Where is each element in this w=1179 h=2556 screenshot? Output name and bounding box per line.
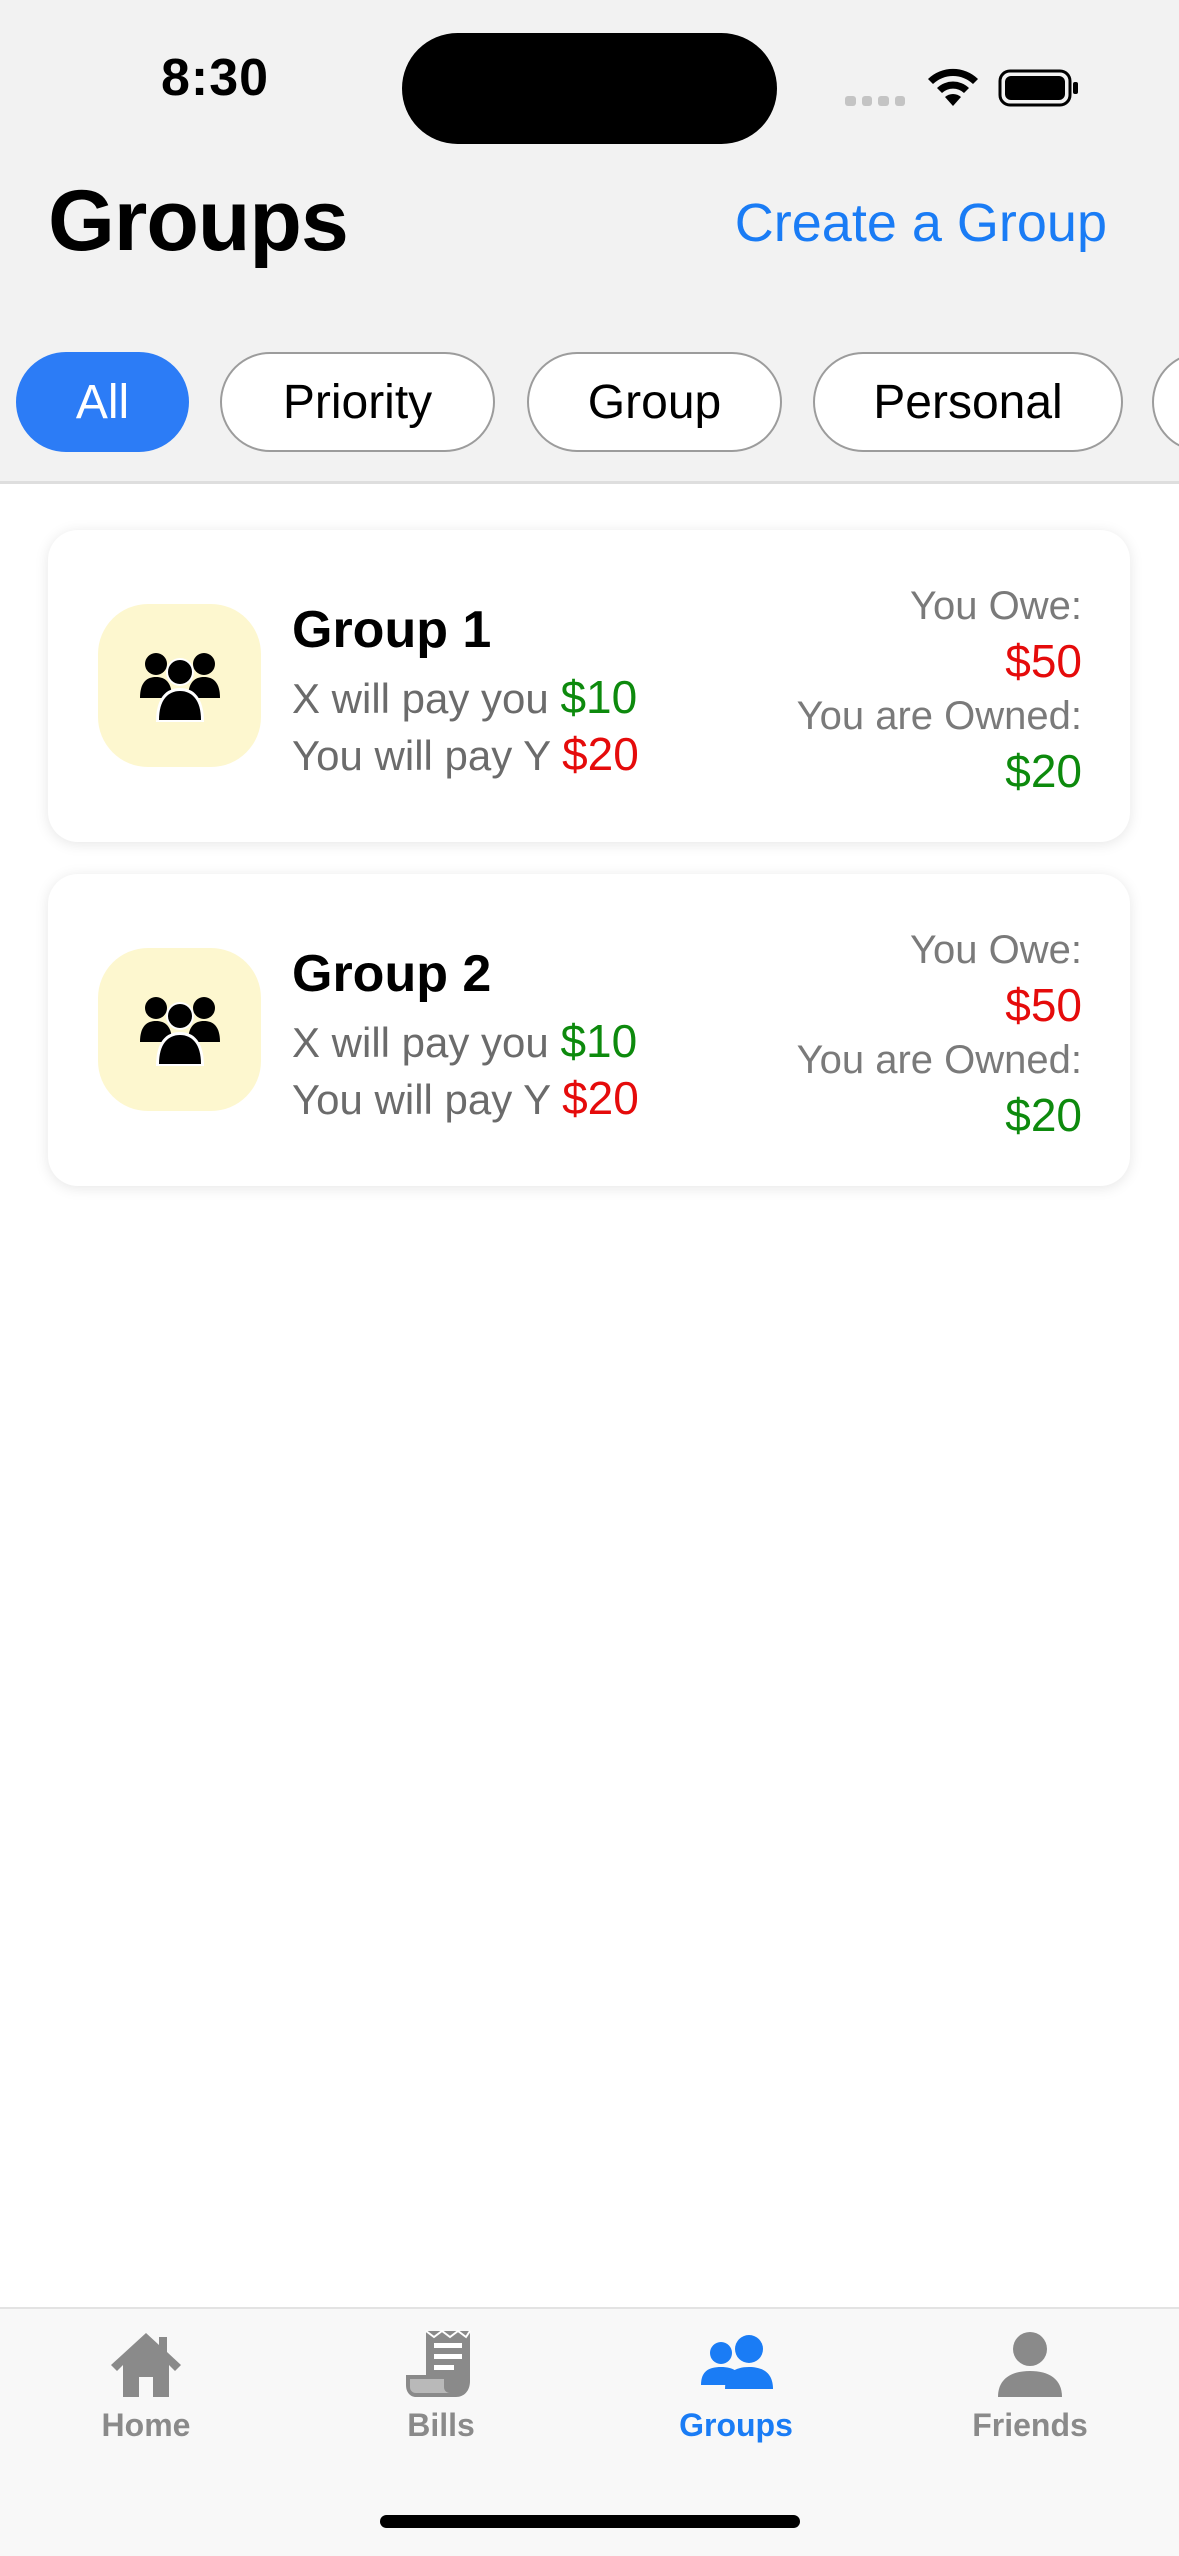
top-area: 8:30 Groups Create a Group All Priority … (0, 0, 1179, 484)
owe-label: You Owe: (910, 928, 1082, 972)
tab-home[interactable]: Home (46, 2329, 246, 2444)
chip-personal[interactable]: Personal (813, 352, 1123, 452)
owned-value: $20 (1005, 745, 1082, 797)
battery-icon (998, 69, 1078, 107)
chip-overflow[interactable] (1152, 352, 1179, 452)
chip-group[interactable]: Group (527, 352, 782, 452)
friends-icon (998, 2332, 1062, 2397)
payable-line: You will pay Y $20 (292, 1071, 639, 1125)
tab-groups-label: Groups (679, 2407, 793, 2443)
tab-bar: Home Bills Groups Friends (0, 2307, 1179, 2556)
receivable-amount: $10 (560, 671, 638, 723)
receivable-amount: $10 (560, 1015, 638, 1067)
groups-screen: 8:30 Groups Create a Group All Priority … (0, 0, 1179, 2556)
tab-bills[interactable]: Bills (341, 2329, 541, 2444)
tab-groups[interactable]: Groups (636, 2329, 836, 2444)
owned-label: You are Owned: (796, 694, 1082, 738)
owe-value: $50 (1005, 979, 1082, 1031)
wifi-icon (928, 68, 978, 106)
dynamic-island (402, 33, 777, 144)
owe-label: You Owe: (910, 584, 1082, 628)
payable-amount: $20 (562, 1072, 639, 1124)
group-avatar (98, 948, 261, 1111)
payable-line: You will pay Y $20 (292, 727, 639, 781)
groups-icon (701, 2335, 773, 2389)
receivable-text: X will pay you (292, 1019, 561, 1066)
tab-friends[interactable]: Friends (930, 2329, 1130, 2444)
chip-priority[interactable]: Priority (220, 352, 495, 452)
group-card[interactable]: Group 2 X will pay you $10 You will pay … (48, 874, 1130, 1186)
home-icon (111, 2333, 181, 2397)
group-name: Group 2 (292, 945, 492, 1003)
balance-summary: You Owe: $50 You are Owned: $20 (797, 922, 1082, 1142)
page-title: Groups (48, 173, 349, 269)
receivable-line: X will pay you $10 (292, 1014, 637, 1068)
chip-all[interactable]: All (16, 352, 189, 452)
owned-value: $20 (1005, 1089, 1082, 1141)
tab-bills-label: Bills (407, 2407, 475, 2443)
tab-home-label: Home (101, 2407, 191, 2443)
group-card[interactable]: Group 1 X will pay you $10 You will pay … (48, 530, 1130, 842)
group-icon (139, 652, 220, 722)
receivable-line: X will pay you $10 (292, 670, 637, 724)
group-icon (139, 996, 220, 1066)
home-indicator (380, 2515, 800, 2528)
owe-value: $50 (1005, 635, 1082, 687)
bills-icon (406, 2329, 471, 2397)
group-name: Group 1 (292, 601, 492, 659)
create-group-button[interactable]: Create a Group (735, 192, 1107, 254)
tab-friends-label: Friends (972, 2407, 1088, 2443)
status-time: 8:30 (160, 49, 270, 107)
filter-chips: All Priority Group Personal (0, 352, 1179, 456)
payable-text: You will pay Y (292, 732, 563, 779)
group-avatar (98, 604, 261, 767)
payable-amount: $20 (562, 728, 639, 780)
owned-label: You are Owned: (796, 1038, 1082, 1082)
balance-summary: You Owe: $50 You are Owned: $20 (797, 578, 1082, 798)
cellular-signal-icon (845, 96, 905, 106)
payable-text: You will pay Y (292, 1076, 563, 1123)
receivable-text: X will pay you (292, 675, 561, 722)
